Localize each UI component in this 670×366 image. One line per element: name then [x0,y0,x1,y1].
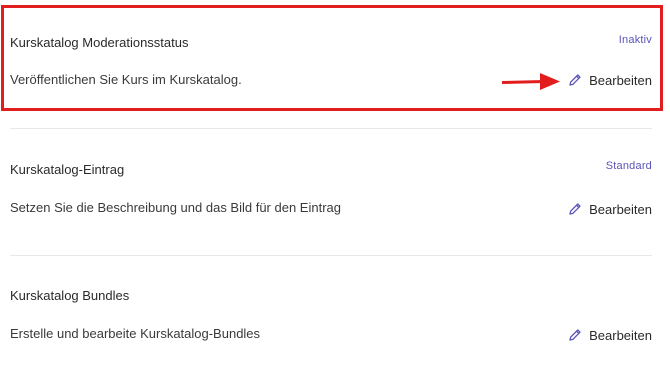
section-title: Kurskatalog-Eintrag [10,162,125,177]
arrow-right-icon [501,73,560,90]
edit-button-label: Bearbeiten [589,201,652,217]
status-badge: Standard [605,160,652,172]
section-title: Kurskatalog Bundles [10,288,130,303]
section-description: Erstelle und bearbeite Kurskatalog-Bundl… [10,326,261,341]
pencil-icon [569,203,581,215]
edit-button[interactable]: Bearbeiten [567,327,652,343]
pencil-icon [569,329,581,341]
highlight-box [1,5,663,111]
catalog-entry-section: Kurskatalog-Eintrag Standard Setzen Sie … [10,129,652,257]
section-description: Setzen Sie die Beschreibung und das Bild… [10,200,341,215]
edit-button-label: Bearbeiten [589,327,652,343]
edit-button[interactable]: Bearbeiten [567,201,652,217]
bundles-section: Kurskatalog Bundles Erstelle und bearbei… [10,256,652,366]
